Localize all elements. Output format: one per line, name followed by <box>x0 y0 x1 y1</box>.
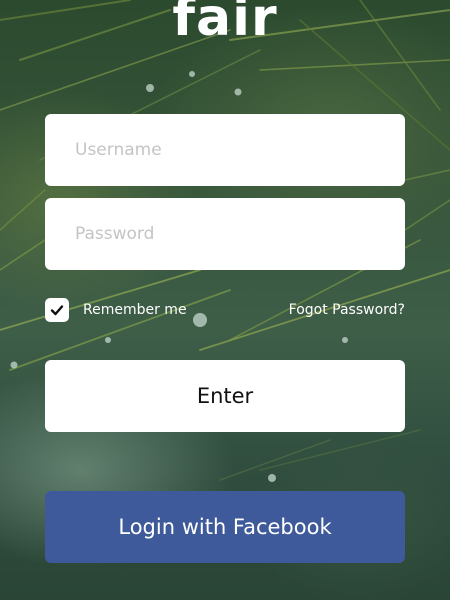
username-input[interactable] <box>45 114 405 186</box>
password-input[interactable] <box>45 198 405 270</box>
remember-me-toggle[interactable]: Remember me <box>45 298 187 322</box>
checkmark-icon <box>50 305 64 316</box>
forgot-password-link[interactable]: Fogot Password? <box>289 302 405 318</box>
remember-label: Remember me <box>83 302 187 318</box>
enter-button[interactable]: Enter <box>45 360 405 432</box>
remember-checkbox[interactable] <box>45 298 69 322</box>
facebook-login-button[interactable]: Login with Facebook <box>45 491 405 563</box>
app-logo: fair <box>172 0 278 48</box>
